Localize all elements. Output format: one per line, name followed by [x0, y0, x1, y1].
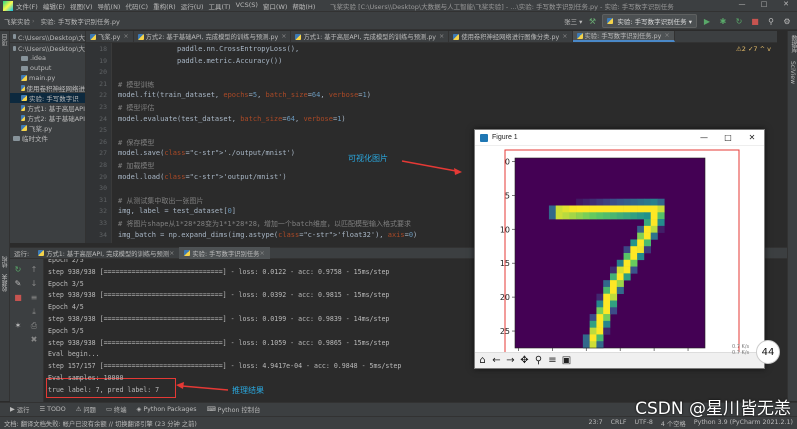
result-annotation-arrowhead	[176, 382, 184, 389]
download-speed: 0.7 K/s	[732, 350, 750, 356]
floating-counter-badge[interactable]: 44	[756, 340, 780, 364]
visualization-annotation: 可视化图片	[348, 154, 388, 163]
inference-result-annotation: 推理结果	[232, 386, 264, 395]
result-annotation-arrow	[181, 385, 229, 391]
watermark: CSDN @星川皆无恙	[635, 399, 791, 419]
network-speed-widget: 0.7 K/s 0.7 K/s	[732, 344, 749, 356]
annotation-arrows	[176, 160, 462, 391]
vis-annotation-arrow	[401, 160, 457, 172]
vis-annotation-arrowhead	[454, 168, 462, 175]
